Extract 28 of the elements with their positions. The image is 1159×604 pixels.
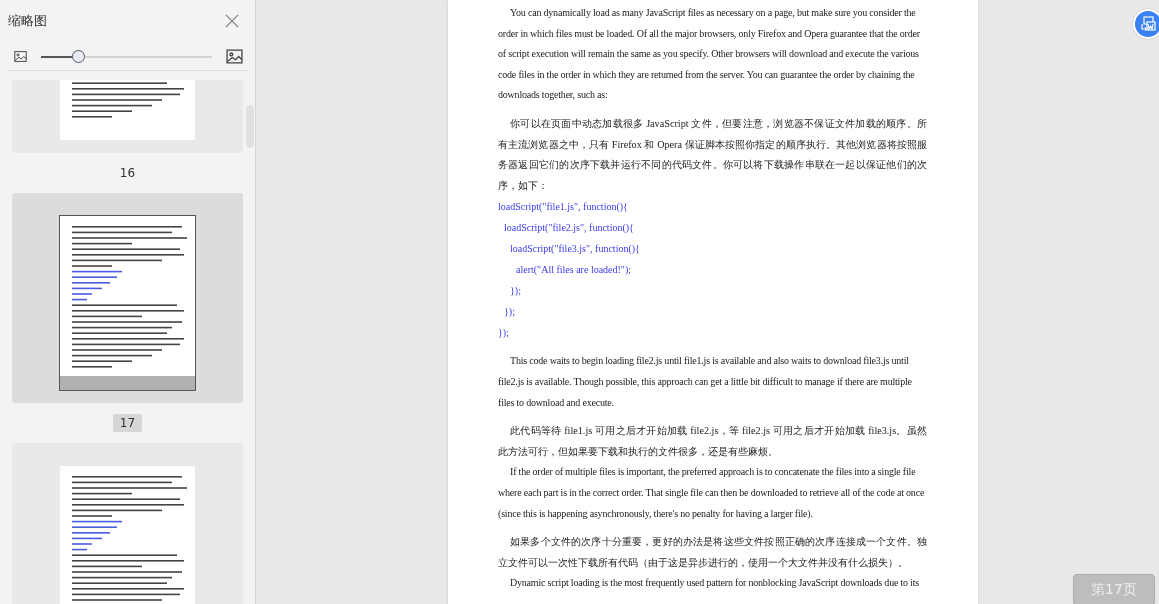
paragraph: This code waits to begin loading file2.js until file1.js is available and also waits to download file3.js until file2.js is available. Though possible, this approach can get a little bit difficult to manage if there are multiple files to download and execute. — [498, 354, 913, 410]
small-image-icon — [14, 49, 27, 63]
code-line: }); — [503, 305, 516, 320]
page-thumbnail[interactable] — [12, 443, 243, 604]
code-line: alert("All files are loaded!"); — [515, 263, 633, 278]
zoom-out-button[interactable] — [14, 49, 27, 63]
code-line: }); — [509, 284, 522, 299]
close-icon[interactable] — [225, 14, 239, 28]
code-line: loadScript("file1.js", function(){ — [498, 200, 629, 215]
paragraph: 你可以在页面中动态加载很多 JavaScript 文件，但要注意，浏览器不保证文件加载的顺序。所有主流浏览器之中，只有 Firefox 和 Opera 保证脚本按照你指定的顺序执行。其他浏览器将按照服务器返回它们的次序下载并运行不同的代码文件。你可以将下载操作串联在一起以保证他们的次序，如下： — [498, 116, 927, 193]
code-line: loadScript("file3.js", function(){ — [509, 242, 641, 257]
paragraph: Dynamic script loading is the most frequently used pattern for nonblocking JavaScript downloads due to its — [509, 576, 920, 591]
page-thumbnail[interactable] — [12, 193, 243, 403]
large-image-icon — [226, 47, 243, 65]
document-convert-icon — [1140, 16, 1156, 32]
paragraph: 此代码等待 file1.js 可用之后才开始加载 file2.js，等 file2.js 可用之后才开始加载 file3.js。虽然此方法可行，但如果要下载和执行的文件很多，还是有些麻烦。 — [498, 424, 927, 459]
scrollbar-thumb[interactable] — [246, 105, 254, 148]
page-number: 16 — [118, 165, 137, 182]
code-line: }); — [498, 326, 510, 341]
paragraph: If the order of multiple files is important, the preferred approach is to concatenate the files into a single file where each part is in the correct order. That single file can then be downloaded to retrieve all of the code at once (since this is happening asynchronously, there's no penalty for having a larger file). — [498, 465, 926, 521]
slider-thumb[interactable] — [72, 49, 86, 63]
page-number: 17 — [112, 414, 143, 432]
paragraph: You can dynamically load as many JavaScript files as necessary on a page, but make sure you consider the order in which files must be loaded. Of all the major browsers, only Firefox and Opera guarantee that the order of script execution will remain the same as you specify. Other browsers will download and execute the various code files in the order in which they are returned from the server. You can guarantee the order by chaining the downloads together, such as: — [498, 6, 921, 103]
sidebar-title: 缩略图 — [8, 12, 47, 30]
paragraph: 如果多个文件的次序十分重要，更好的办法是将这些文件按照正确的次序连接成一个文件。独立文件可以一次性下载所有代码（由于这是异步进行的，使用一个大文件并没有什么损失）。 — [498, 535, 927, 570]
code-line: loadScript("file2.js", function(){ — [503, 221, 635, 236]
zoom-in-button[interactable] — [226, 47, 243, 65]
convert-document-button[interactable] — [1133, 9, 1159, 39]
